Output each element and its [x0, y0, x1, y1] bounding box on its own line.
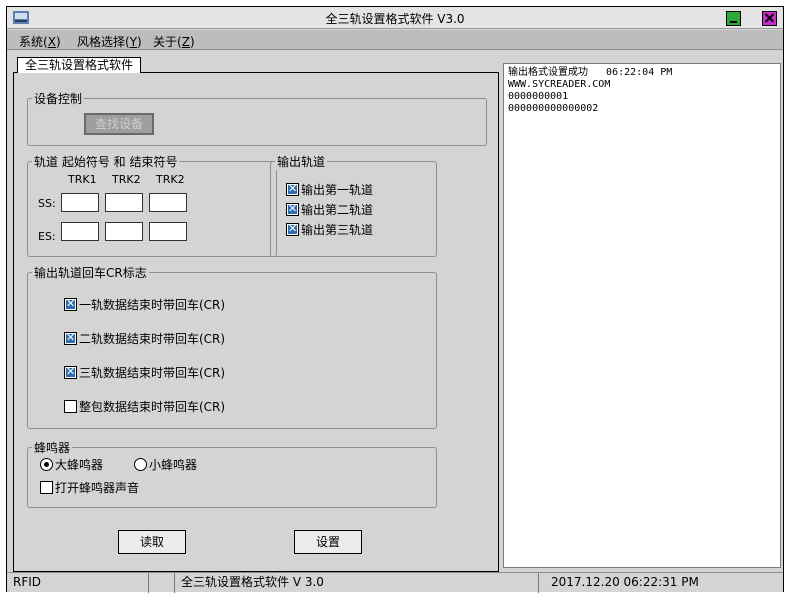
cr-track3-label: 三轨数据结束时带回车(CR)	[79, 366, 226, 380]
ss-track2-input[interactable]	[105, 193, 143, 212]
cr-track2-label: 二轨数据结束时带回车(CR)	[79, 332, 226, 346]
ss-label: SS:	[38, 197, 56, 210]
buzzer-small-radio[interactable]	[134, 458, 147, 471]
cr-group-title: 输出轨道回车CR标志	[32, 264, 149, 281]
buzzer-group-title: 蜂鸣器	[32, 439, 73, 456]
output-track1-label: 输出第一轨道	[301, 183, 374, 197]
tab-main[interactable]: 全三轨设置格式软件	[17, 57, 141, 73]
output-track2-label: 输出第二轨道	[301, 203, 374, 217]
ss-track1-input[interactable]	[61, 193, 99, 212]
buzzer-large-label: 大蜂鸣器	[55, 458, 104, 472]
status-datetime: 2017.12.20 06:22:31 PM	[551, 575, 699, 589]
minimize-button[interactable]	[726, 11, 741, 26]
es-label: ES:	[38, 230, 56, 243]
track2-header: TRK2	[112, 173, 141, 186]
close-button[interactable]	[762, 11, 777, 26]
output-track1-checkbox[interactable]	[286, 182, 299, 196]
menu-about[interactable]: 关于(Z)	[153, 33, 195, 50]
log-line: 0000000001	[508, 91, 569, 102]
read-button[interactable]: 读取	[118, 530, 186, 554]
set-button[interactable]: 设置	[294, 530, 362, 554]
log-line: 000000000000002	[508, 103, 599, 114]
output-tracks-group: 输出轨道 输出第一轨道 输出第二轨道 输出第三轨道	[270, 153, 437, 257]
cr-track1-label: 一轨数据结束时带回车(CR)	[79, 298, 226, 312]
menu-system[interactable]: 系统(X)	[19, 33, 61, 50]
track1-header: TRK1	[68, 173, 97, 186]
buzzer-group: 蜂鸣器 大蜂鸣器 小蜂鸣器 打开蜂鸣器声音	[27, 439, 437, 508]
cr-track2-checkbox[interactable]	[64, 331, 77, 345]
output-track3-label: 输出第三轨道	[301, 223, 374, 237]
buzzer-large-radio[interactable]	[40, 458, 53, 471]
tab-panel: 设备控制 查找设备 轨道 起始符号 和 结束符号 TRK1 TRK2 TRK2 …	[13, 72, 499, 572]
cr-track3-checkbox[interactable]	[64, 365, 77, 379]
menu-bar: 系统(X) 风格选择(Y) 关于(Z)	[7, 30, 783, 50]
es-track3-input[interactable]	[149, 222, 187, 241]
app-window: 全三轨设置格式软件 V3.0 系统(X) 风格选择(Y) 关于(Z) 全三轨设置…	[6, 6, 784, 593]
es-track2-input[interactable]	[105, 222, 143, 241]
device-control-group: 设备控制 查找设备	[27, 90, 487, 146]
window-title: 全三轨设置格式软件 V3.0	[325, 12, 465, 26]
menu-style[interactable]: 风格选择(Y)	[77, 33, 142, 50]
log-line: 输出格式设置成功 06:22:04 PM	[508, 67, 673, 78]
device-control-title: 设备控制	[32, 90, 85, 107]
log-output[interactable]: 输出格式设置成功 06:22:04 PM WWW.SYCREADER.COM 0…	[503, 63, 781, 568]
output-track3-checkbox[interactable]	[286, 222, 299, 236]
log-line: WWW.SYCREADER.COM	[508, 79, 611, 90]
title-bar[interactable]: 全三轨设置格式软件 V3.0	[7, 7, 783, 29]
cr-packet-checkbox[interactable]	[64, 400, 77, 413]
cr-group: 输出轨道回车CR标志 一轨数据结束时带回车(CR) 二轨数据结束时带回车(CR)…	[27, 264, 437, 429]
output-track2-checkbox[interactable]	[286, 202, 299, 216]
ss-track3-input[interactable]	[149, 193, 187, 212]
sentinel-group-title: 轨道 起始符号 和 结束符号	[32, 153, 180, 170]
status-app: 全三轨设置格式软件 V 3.0	[175, 573, 539, 593]
cr-track1-checkbox[interactable]	[64, 297, 77, 311]
buzzer-sound-label: 打开蜂鸣器声音	[55, 481, 140, 495]
es-track1-input[interactable]	[61, 222, 99, 241]
track3-header: TRK2	[156, 173, 185, 186]
buzzer-small-label: 小蜂鸣器	[149, 458, 198, 472]
cr-packet-label: 整包数据结束时带回车(CR)	[79, 400, 226, 414]
status-bar: RFID 全三轨设置格式软件 V 3.0 2017.12.20 06:22:31…	[7, 572, 783, 593]
buzzer-sound-checkbox[interactable]	[40, 481, 53, 494]
status-blank	[149, 573, 175, 593]
status-mode: RFID	[7, 573, 149, 593]
sentinel-group: 轨道 起始符号 和 结束符号 TRK1 TRK2 TRK2 SS: ES:	[27, 153, 277, 257]
find-device-button[interactable]: 查找设备	[84, 113, 154, 135]
output-tracks-title: 输出轨道	[275, 153, 328, 170]
